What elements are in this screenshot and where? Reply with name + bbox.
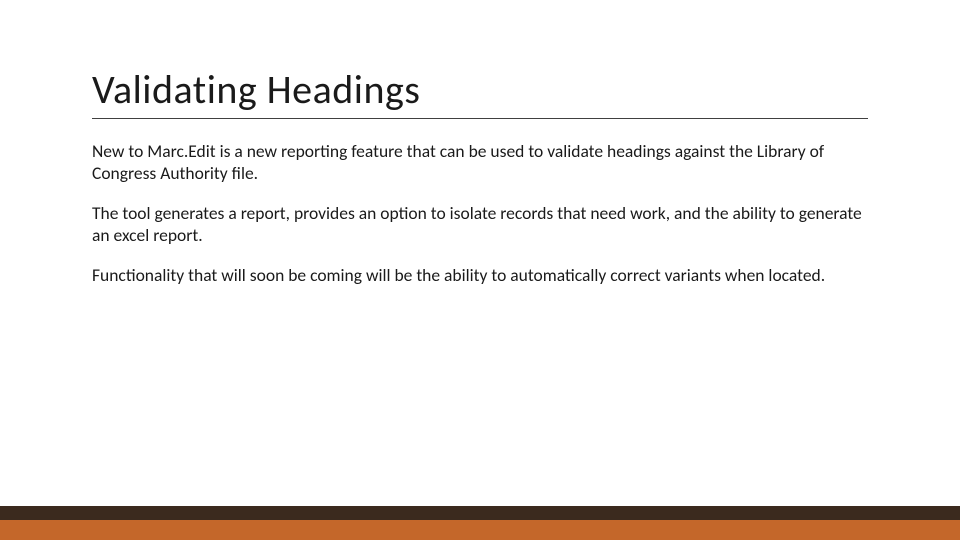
slide-container: Validating Headings New to Marc.Edit is … — [0, 0, 960, 540]
paragraph: The tool generates a report, provides an… — [92, 203, 868, 247]
slide-title: Validating Headings — [92, 68, 868, 119]
slide-body: New to Marc.Edit is a new reporting feat… — [92, 141, 868, 286]
paragraph: New to Marc.Edit is a new reporting feat… — [92, 141, 868, 185]
footer-band-orange — [0, 520, 960, 540]
footer-band-dark — [0, 506, 960, 520]
footer-band — [0, 506, 960, 540]
paragraph: Functionality that will soon be coming w… — [92, 265, 868, 287]
